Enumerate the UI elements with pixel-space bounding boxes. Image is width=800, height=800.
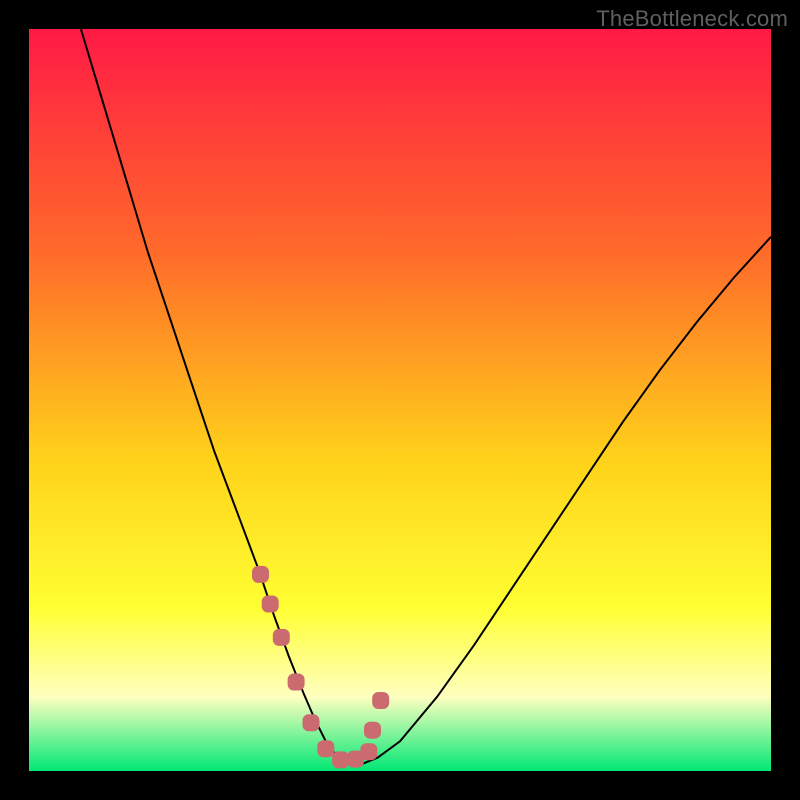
curve-marker (303, 715, 319, 731)
gradient-background (29, 29, 771, 771)
curve-marker (288, 674, 304, 690)
curve-marker (318, 741, 334, 757)
bottleneck-chart (29, 29, 771, 771)
curve-marker (365, 722, 381, 738)
curve-marker (273, 629, 289, 645)
outer-frame: TheBottleneck.com (0, 0, 800, 800)
curve-marker (373, 693, 389, 709)
curve-marker (333, 752, 349, 768)
curve-marker (253, 566, 269, 582)
curve-marker (262, 596, 278, 612)
curve-marker (361, 744, 377, 760)
watermark-text: TheBottleneck.com (596, 6, 788, 32)
plot-area (29, 29, 771, 771)
